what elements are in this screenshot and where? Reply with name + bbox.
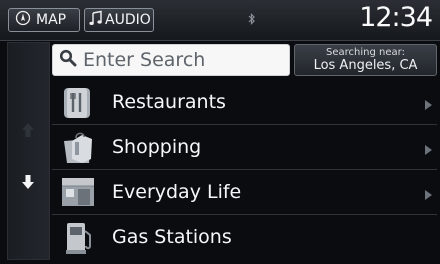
- scroll-down-arrow-icon[interactable]: [20, 173, 36, 195]
- category-label: Everyday Life: [112, 181, 242, 203]
- category-label: Gas Stations: [112, 226, 232, 248]
- map-button[interactable]: MAP: [8, 8, 80, 32]
- audio-button[interactable]: AUDIO: [84, 8, 154, 32]
- restaurant-icon: [58, 84, 98, 120]
- map-button-label: MAP: [36, 12, 67, 28]
- search-icon: [59, 49, 77, 71]
- searching-near-location: Los Angeles, CA: [313, 58, 418, 73]
- chevron-right-icon: [424, 96, 433, 115]
- chevron-right-icon: [424, 186, 433, 205]
- everyday-life-icon: [58, 174, 98, 210]
- searching-near-label: Searching near:: [326, 47, 405, 58]
- shopping-bag-icon: [58, 129, 98, 165]
- clock: 12:34: [359, 2, 433, 33]
- category-list: Restaurants Shopping Everyday Life Gas S…: [52, 80, 437, 259]
- category-row-gas-stations[interactable]: Gas Stations: [52, 215, 437, 259]
- search-placeholder: Enter Search: [83, 49, 206, 71]
- music-note-icon: [89, 10, 103, 30]
- searching-near-button[interactable]: Searching near: Los Angeles, CA: [294, 44, 437, 76]
- top-bar: MAP AUDIO 12:34: [0, 0, 440, 41]
- category-row-everyday-life[interactable]: Everyday Life: [52, 170, 437, 215]
- compass-icon: [15, 10, 31, 30]
- scroll-up-arrow-icon[interactable]: [20, 121, 36, 143]
- scroll-rail: [7, 42, 50, 260]
- category-row-shopping[interactable]: Shopping: [52, 125, 437, 170]
- gas-pump-icon: [58, 219, 98, 255]
- audio-button-label: AUDIO: [105, 12, 151, 28]
- category-row-restaurants[interactable]: Restaurants: [52, 80, 437, 125]
- bluetooth-icon: [248, 13, 256, 28]
- search-input[interactable]: Enter Search: [52, 44, 290, 76]
- category-label: Restaurants: [112, 91, 226, 113]
- chevron-right-icon: [424, 141, 433, 160]
- category-label: Shopping: [112, 136, 202, 158]
